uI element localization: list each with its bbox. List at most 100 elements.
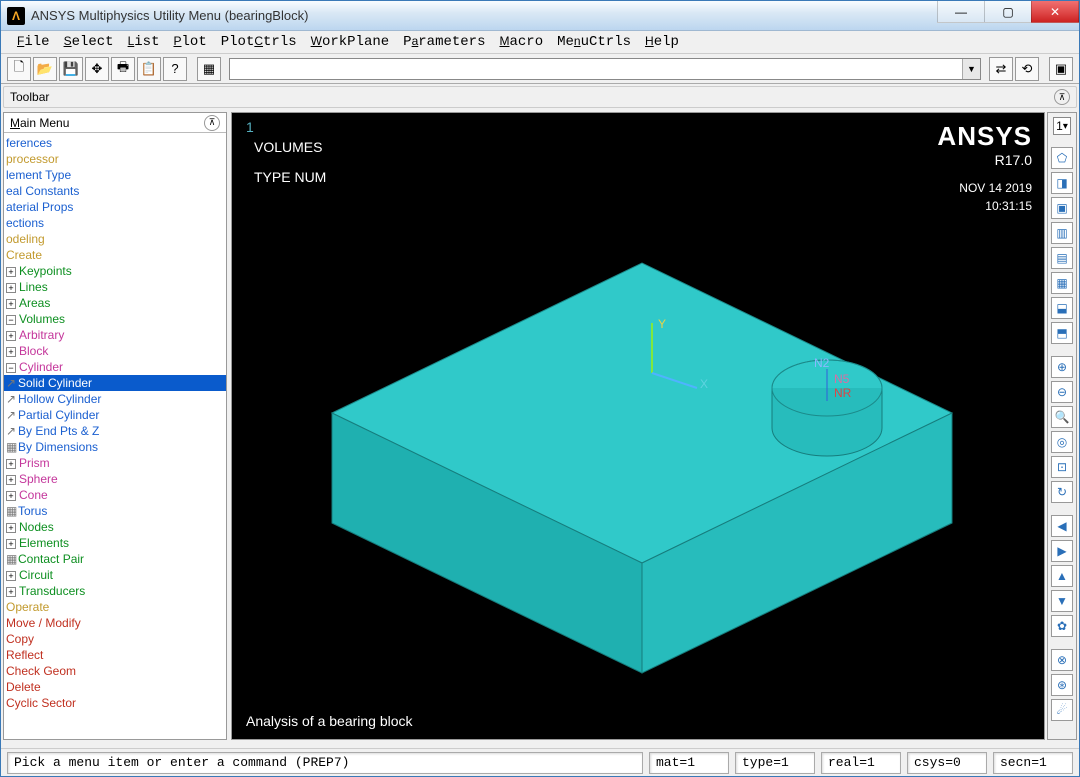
zoom-window-button[interactable]: 🔍: [1051, 406, 1073, 428]
help-button[interactable]: ?: [163, 57, 187, 81]
plot-title: Analysis of a bearing block: [246, 713, 413, 729]
pick-button[interactable]: ☄: [1051, 699, 1073, 721]
iso-view-button[interactable]: ⬠: [1051, 147, 1073, 169]
rotate-left-button[interactable]: ◀: [1051, 515, 1073, 537]
rotate-right-button[interactable]: ▶: [1051, 540, 1073, 562]
menu-menuctrls[interactable]: MenuCtrls: [551, 32, 637, 52]
tree-node[interactable]: ferences: [4, 135, 226, 151]
new-button[interactable]: 🗋: [7, 57, 31, 81]
image-capture-button[interactable]: ▦: [197, 57, 221, 81]
report-button[interactable]: 📋: [137, 57, 161, 81]
zoom-out-button[interactable]: ⊖: [1051, 381, 1073, 403]
tree-node[interactable]: Create: [4, 247, 226, 263]
tree-node[interactable]: lement Type: [4, 167, 226, 183]
zoom-in-button[interactable]: ⊕: [1051, 356, 1073, 378]
menu-plot[interactable]: Plot: [168, 32, 213, 52]
tree-node[interactable]: +Prism: [4, 455, 226, 471]
tree-node[interactable]: odeling: [4, 231, 226, 247]
tree-node[interactable]: +Lines: [4, 279, 226, 295]
tree-node[interactable]: +Nodes: [4, 519, 226, 535]
rate-increase-button[interactable]: ✿: [1051, 615, 1073, 637]
dynamic-rotate-button[interactable]: ↻: [1051, 481, 1073, 503]
fit-button[interactable]: ⊡: [1051, 456, 1073, 478]
snapshot-button[interactable]: ⊗: [1051, 649, 1073, 671]
tree-node[interactable]: Check Geom: [4, 663, 226, 679]
tree-node[interactable]: Cyclic Sector: [4, 695, 226, 711]
tree-node[interactable]: +Arbitrary: [4, 327, 226, 343]
tree-node[interactable]: ▦By Dimensions: [4, 439, 226, 455]
tree-node[interactable]: Operate: [4, 599, 226, 615]
tree-node[interactable]: ections: [4, 215, 226, 231]
front-view-button[interactable]: ▣: [1051, 197, 1073, 219]
bottom-view-button[interactable]: ⬒: [1051, 322, 1073, 344]
standard-toolbar: 🗋 📂 💾 ✥ 🖶 📋 ? ▦ ▼ ⇄ ⟲ ▣: [1, 54, 1079, 84]
pan-button[interactable]: ✥: [85, 57, 109, 81]
tree-node[interactable]: ↗By End Pts & Z: [4, 423, 226, 439]
tree-node[interactable]: processor: [4, 151, 226, 167]
right-view-button[interactable]: ▥: [1051, 222, 1073, 244]
command-dropdown[interactable]: ▼: [229, 58, 981, 80]
menu-parameters[interactable]: Parameters: [397, 32, 491, 52]
tree-node[interactable]: +Sphere: [4, 471, 226, 487]
menu-file[interactable]: File: [11, 32, 56, 52]
status-prompt[interactable]: Pick a menu item or enter a command (PRE…: [7, 752, 643, 774]
open-button[interactable]: 📂: [33, 57, 57, 81]
titlebar[interactable]: Λ ANSYS Multiphysics Utility Menu (beari…: [1, 1, 1079, 31]
oblique-view-button[interactable]: ◨: [1051, 172, 1073, 194]
tree-node[interactable]: −Cylinder: [4, 359, 226, 375]
tree-node[interactable]: +Cone: [4, 487, 226, 503]
tree-node[interactable]: aterial Props: [4, 199, 226, 215]
left-view-button[interactable]: ⬓: [1051, 297, 1073, 319]
status-secn: secn=1: [993, 752, 1073, 774]
menu-list[interactable]: List: [122, 32, 166, 52]
contact-manager-button[interactable]: ▣: [1049, 57, 1073, 81]
tree-node[interactable]: +Keypoints: [4, 263, 226, 279]
menu-workplane[interactable]: WorkPlane: [305, 32, 396, 52]
tree-node[interactable]: +Areas: [4, 295, 226, 311]
rotate-up-button[interactable]: ▲: [1051, 565, 1073, 587]
tree-node[interactable]: eal Constants: [4, 183, 226, 199]
save-button[interactable]: 💾: [59, 57, 83, 81]
tree-node[interactable]: +Circuit: [4, 567, 226, 583]
restore-button[interactable]: ⊛: [1051, 674, 1073, 696]
raise-hidden-button[interactable]: ⇄: [989, 57, 1013, 81]
main-menu-tree[interactable]: ferencesprocessorlement Typeeal Constant…: [4, 133, 226, 739]
tree-node[interactable]: −Volumes: [4, 311, 226, 327]
close-button[interactable]: ✕: [1031, 1, 1079, 23]
zoom-back-button[interactable]: ◎: [1051, 431, 1073, 453]
mainmenu-collapse-button[interactable]: ⊼: [204, 115, 220, 131]
print-button[interactable]: 🖶: [111, 57, 135, 81]
svg-text:NR: NR: [834, 386, 852, 400]
tree-node[interactable]: ↗Partial Cylinder: [4, 407, 226, 423]
rotate-down-button[interactable]: ▼: [1051, 590, 1073, 612]
back-view-button[interactable]: ▦: [1051, 272, 1073, 294]
tree-node[interactable]: +Elements: [4, 535, 226, 551]
reset-button[interactable]: ⟲: [1015, 57, 1039, 81]
menu-select[interactable]: Select: [58, 32, 120, 52]
toolbar-collapse-button[interactable]: ⊼: [1054, 89, 1070, 105]
tree-node[interactable]: ▦Contact Pair: [4, 551, 226, 567]
svg-text:Y: Y: [658, 317, 666, 331]
menubar: File Select List Plot PlotCtrls WorkPlan…: [1, 31, 1079, 54]
tree-node[interactable]: ▦Torus: [4, 503, 226, 519]
svg-text:X: X: [700, 377, 708, 391]
tree-node[interactable]: Delete: [4, 679, 226, 695]
maximize-button[interactable]: ▢: [984, 1, 1032, 23]
tree-node[interactable]: +Block: [4, 343, 226, 359]
menu-plotctrls[interactable]: PlotCtrls: [215, 32, 303, 52]
tree-node[interactable]: Move / Modify: [4, 615, 226, 631]
tree-node[interactable]: Copy: [4, 631, 226, 647]
tree-node[interactable]: Reflect: [4, 647, 226, 663]
top-view-button[interactable]: ▤: [1051, 247, 1073, 269]
minimize-button[interactable]: —: [937, 1, 985, 23]
tree-node[interactable]: ↗Hollow Cylinder: [4, 391, 226, 407]
menu-macro[interactable]: Macro: [493, 32, 549, 52]
dropdown-arrow-icon[interactable]: ▼: [962, 59, 980, 79]
plot-label-volumes: VOLUMES: [254, 139, 322, 155]
tree-node[interactable]: +Transducers: [4, 583, 226, 599]
status-mat: mat=1: [649, 752, 729, 774]
tree-node[interactable]: ↗Solid Cylinder: [4, 375, 226, 391]
window-picker[interactable]: 1▾: [1053, 117, 1071, 135]
menu-help[interactable]: Help: [639, 32, 685, 52]
graphics-viewport[interactable]: 1 VOLUMES TYPE NUM ANSYS R17.0 NOV 14 20…: [231, 112, 1045, 740]
